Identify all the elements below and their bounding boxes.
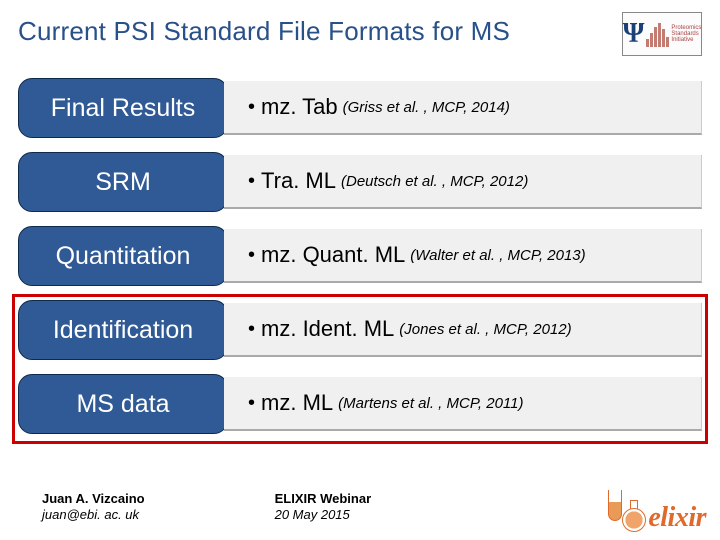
- format-name: Tra. ML: [261, 168, 336, 194]
- bullet-icon: •: [248, 318, 255, 341]
- bullet-icon: •: [248, 96, 255, 119]
- bullet-icon: •: [248, 392, 255, 415]
- event-name: ELIXIR Webinar: [275, 491, 372, 507]
- format-name: mz. ML: [261, 390, 333, 416]
- format-name: mz. Ident. ML: [261, 316, 394, 342]
- event-date: 20 May 2015: [275, 507, 372, 523]
- elixir-logo: elixir: [604, 490, 706, 534]
- format-desc: • mz. ML (Martens et al. , MCP, 2011): [224, 377, 702, 431]
- bullet-icon: •: [248, 244, 255, 267]
- psi-bars-icon: [646, 21, 669, 47]
- format-cite: (Walter et al. , MCP, 2013): [410, 247, 585, 264]
- category-pill: Quantitation: [18, 226, 228, 286]
- elixir-word: elixir: [648, 504, 706, 534]
- psi-glyph-icon: Ψ: [623, 18, 645, 50]
- row-quantitation: Quantitation • mz. Quant. ML (Walter et …: [18, 226, 702, 286]
- format-cite: (Martens et al. , MCP, 2011): [338, 395, 523, 412]
- category-pill: Final Results: [18, 78, 228, 138]
- row-identification: Identification • mz. Ident. ML (Jones et…: [18, 300, 702, 360]
- slide-footer: Juan A. Vizcaino juan@ebi. ac. uk ELIXIR…: [0, 480, 720, 540]
- row-ms-data: MS data • mz. ML (Martens et al. , MCP, …: [18, 374, 702, 434]
- format-desc: • mz. Ident. ML (Jones et al. , MCP, 201…: [224, 303, 702, 357]
- category-pill: MS data: [18, 374, 228, 434]
- bullet-icon: •: [248, 170, 255, 193]
- psi-logo: Ψ Proteomics Standards Initiative: [622, 12, 702, 56]
- format-name: mz. Tab: [261, 94, 338, 120]
- row-srm: SRM • Tra. ML (Deutsch et al. , MCP, 201…: [18, 152, 702, 212]
- category-pill: SRM: [18, 152, 228, 212]
- format-cite: (Jones et al. , MCP, 2012): [399, 321, 571, 338]
- flask-icon: [620, 500, 646, 534]
- author-block: Juan A. Vizcaino juan@ebi. ac. uk: [42, 491, 145, 524]
- row-final-results: Final Results • mz. Tab (Griss et al. , …: [18, 78, 702, 138]
- format-desc: • Tra. ML (Deutsch et al. , MCP, 2012): [224, 155, 702, 209]
- format-name: mz. Quant. ML: [261, 242, 405, 268]
- category-pill: Identification: [18, 300, 228, 360]
- slide-title: Current PSI Standard File Formats for MS: [18, 16, 510, 47]
- author-name: Juan A. Vizcaino: [42, 491, 145, 507]
- format-desc: • mz. Tab (Griss et al. , MCP, 2014): [224, 81, 702, 135]
- format-cite: (Griss et al. , MCP, 2014): [343, 99, 510, 116]
- format-cite: (Deutsch et al. , MCP, 2012): [341, 173, 528, 190]
- psi-logo-label: Proteomics Standards Initiative: [671, 25, 701, 44]
- author-email: juan@ebi. ac. uk: [42, 507, 145, 523]
- format-desc: • mz. Quant. ML (Walter et al. , MCP, 20…: [224, 229, 702, 283]
- event-block: ELIXIR Webinar 20 May 2015: [275, 491, 372, 524]
- format-rows: Final Results • mz. Tab (Griss et al. , …: [18, 78, 702, 434]
